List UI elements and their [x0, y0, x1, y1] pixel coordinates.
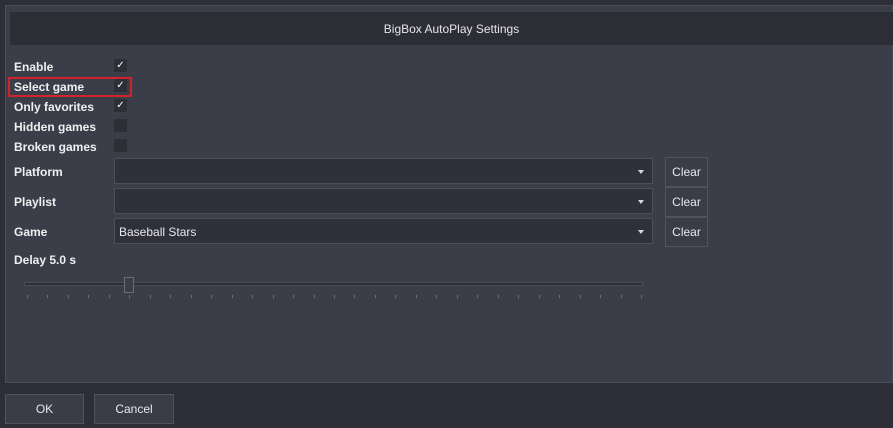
slider-tick: [293, 295, 294, 298]
slider-tick: [539, 295, 540, 298]
slider-tick: [395, 295, 396, 298]
slider-tick: [47, 295, 48, 298]
enable-checkbox[interactable]: ✓: [114, 59, 127, 72]
hidden-games-label: Hidden games: [14, 120, 97, 134]
delay-label: Delay 5.0 s: [14, 253, 77, 267]
slider-tick: [641, 295, 642, 298]
slider-tick: [314, 295, 315, 298]
slider-tick: [273, 295, 274, 298]
only-favorites-label: Only favorites: [14, 100, 95, 114]
playlist-label: Playlist: [14, 195, 57, 209]
delay-slider-ticks: [27, 295, 642, 298]
slider-tick: [27, 295, 28, 298]
delay-slider-track[interactable]: [24, 282, 643, 286]
game-value: Baseball Stars: [119, 225, 197, 239]
highlight-box: [8, 77, 132, 97]
slider-tick: [88, 295, 89, 298]
chevron-down-icon: [638, 170, 644, 174]
slider-tick: [109, 295, 110, 298]
platform-dropdown[interactable]: [114, 158, 653, 184]
slider-tick: [580, 295, 581, 298]
slider-tick: [211, 295, 212, 298]
check-icon: ✓: [116, 60, 125, 71]
playlist-dropdown[interactable]: [114, 188, 653, 214]
slider-tick: [232, 295, 233, 298]
slider-tick: [129, 295, 130, 298]
slider-tick: [518, 295, 519, 298]
platform-clear-button[interactable]: Clear: [665, 157, 708, 187]
hidden-games-checkbox[interactable]: [114, 119, 127, 132]
slider-tick: [354, 295, 355, 298]
window-title: BigBox AutoPlay Settings: [383, 21, 520, 36]
broken-games-checkbox[interactable]: [114, 139, 127, 152]
delay-slider-thumb[interactable]: [124, 277, 134, 293]
slider-tick: [150, 295, 151, 298]
slider-tick: [334, 295, 335, 298]
broken-games-label: Broken games: [14, 140, 97, 154]
game-clear-button[interactable]: Clear: [665, 217, 708, 247]
slider-tick: [621, 295, 622, 298]
slider-tick: [191, 295, 192, 298]
slider-tick: [436, 295, 437, 298]
slider-tick: [252, 295, 253, 298]
slider-tick: [170, 295, 171, 298]
check-icon: ✓: [116, 100, 125, 111]
slider-tick: [600, 295, 601, 298]
game-label: Game: [14, 225, 48, 239]
platform-label: Platform: [14, 165, 63, 179]
window-title-bar: BigBox AutoPlay Settings: [10, 12, 893, 45]
cancel-button[interactable]: Cancel: [94, 394, 174, 424]
chevron-down-icon: [638, 200, 644, 204]
only-favorites-checkbox[interactable]: ✓: [114, 99, 127, 112]
slider-tick: [559, 295, 560, 298]
slider-tick: [68, 295, 69, 298]
slider-tick: [457, 295, 458, 298]
slider-tick: [416, 295, 417, 298]
ok-button[interactable]: OK: [5, 394, 84, 424]
slider-tick: [498, 295, 499, 298]
chevron-down-icon: [638, 230, 644, 234]
enable-label: Enable: [14, 60, 54, 74]
slider-tick: [477, 295, 478, 298]
game-dropdown[interactable]: Baseball Stars: [114, 218, 653, 244]
playlist-clear-button[interactable]: Clear: [665, 187, 708, 217]
slider-tick: [375, 295, 376, 298]
